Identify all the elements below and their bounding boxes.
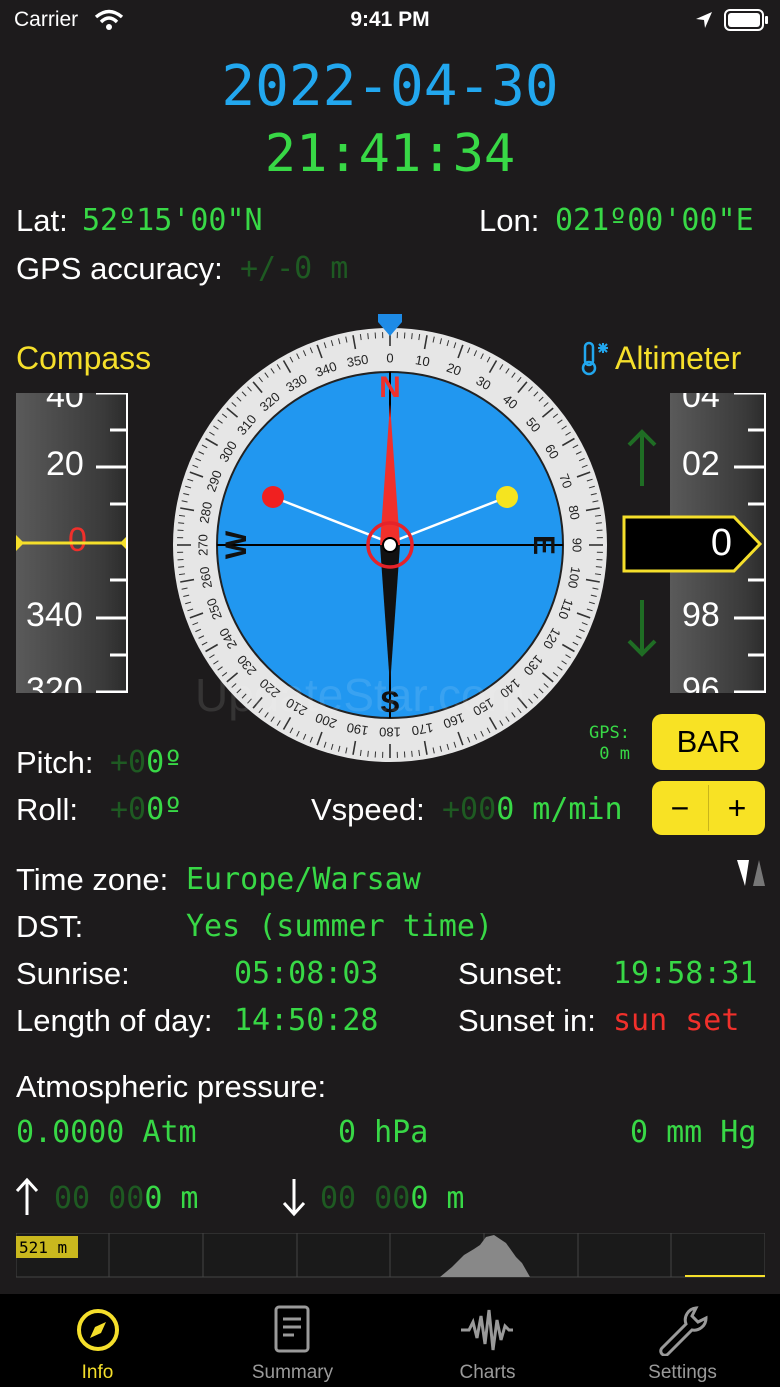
tab-bar: Info Summary Charts Settings: [0, 1294, 780, 1387]
location-arrow-icon: [696, 12, 712, 28]
bar-button[interactable]: BAR: [652, 714, 765, 770]
sunrise-label: Sunrise:: [16, 956, 130, 991]
dial-tick: [178, 522, 185, 524]
tab-label: Info: [81, 1362, 114, 1383]
dial-label: 270: [195, 534, 210, 556]
date-display: 2022-04-30: [221, 54, 559, 119]
tab-label: Settings: [648, 1362, 717, 1383]
tab-summary[interactable]: Summary: [195, 1294, 390, 1387]
day-length-value: 14:50:28: [234, 1003, 379, 1038]
descent-arrow-icon: [282, 1179, 306, 1217]
gps-accuracy-label: GPS accuracy:: [16, 251, 223, 286]
pressure-atm: 0.0000 Atm: [16, 1115, 197, 1150]
document-icon: [274, 1305, 310, 1353]
minus-button[interactable]: −: [652, 781, 708, 835]
altitude-current: 0: [710, 522, 732, 564]
day-night-toggle-icon[interactable]: [735, 858, 767, 888]
roll-label: Roll:: [16, 792, 79, 827]
vspeed-value: +000 m/min: [442, 792, 623, 827]
timezone-label: Time zone:: [16, 862, 169, 897]
thermometer-snow-icon[interactable]: [578, 340, 610, 376]
timezone-value: Europe/Warsaw: [186, 862, 421, 897]
dst-value: Yes (summer time): [186, 909, 494, 944]
ascent-value: 00 000 m: [54, 1181, 199, 1216]
day-length-label: Length of day:: [16, 1003, 213, 1038]
status-time: 9:41 PM: [350, 8, 430, 31]
dial-label: 80: [566, 504, 583, 521]
ascent-arrow-icon: [15, 1177, 39, 1215]
vspeed-label: Vspeed:: [311, 792, 425, 827]
tab-settings[interactable]: Settings: [585, 1294, 780, 1387]
gps-altitude-label: GPS:: [589, 723, 630, 743]
gps-altitude-value: 0 m: [599, 744, 630, 764]
lat-value: 52º15'00"N: [82, 203, 263, 238]
compass-icon: [77, 1309, 119, 1351]
cardinal-w: W: [220, 530, 253, 559]
sunset-in-value: sun set: [613, 1003, 740, 1038]
sunset-in-label: Sunset in:: [458, 1003, 596, 1038]
dial-tick: [595, 522, 602, 524]
altitude-stepper[interactable]: − +: [652, 781, 765, 835]
elevation-profile-chart[interactable]: [16, 1233, 765, 1279]
dial-label: 90: [570, 538, 585, 552]
sunrise-marker: [262, 486, 284, 508]
elevation-scale-label: 521 m: [19, 1238, 68, 1257]
descent-value: 00 000 m: [320, 1181, 465, 1216]
cardinal-n: N: [379, 371, 401, 404]
roll-value: +00º: [110, 792, 183, 827]
lat-label: Lat:: [16, 203, 68, 238]
tab-label: Charts: [459, 1362, 516, 1383]
sunset-value: 19:58:31: [613, 956, 758, 991]
dial-tick: [595, 566, 602, 568]
tab-label: Summary: [251, 1362, 334, 1383]
dial-tick: [411, 750, 413, 757]
compass-title[interactable]: Compass: [16, 340, 151, 377]
sunrise-value: 05:08:03: [234, 956, 379, 991]
time-display: 21:41:34: [264, 124, 516, 184]
tab-info[interactable]: Info: [0, 1294, 195, 1387]
pressure-title: Atmospheric pressure:: [16, 1069, 327, 1104]
dial-label: 0: [386, 350, 393, 365]
dial-label: 180: [379, 725, 401, 740]
dial-label: 10: [414, 352, 431, 369]
wrench-icon: [659, 1306, 708, 1356]
dial-tick: [367, 750, 369, 757]
dial-tick: [367, 333, 369, 340]
pressure-mmhg: 0 mm Hg: [630, 1115, 757, 1150]
plus-button[interactable]: +: [709, 781, 765, 835]
pitch-label: Pitch:: [16, 745, 94, 780]
gps-accuracy-value: +/-0 m: [240, 251, 349, 286]
sunset-label: Sunset:: [458, 956, 564, 991]
cardinal-e: E: [527, 535, 560, 555]
gps-altitude: GPS: 0 m: [560, 723, 630, 765]
tape-ticks: [16, 393, 126, 693]
pressure-hpa: 0 hPa: [338, 1115, 429, 1150]
battery-icon: [724, 9, 768, 31]
waveform-icon: [461, 1309, 513, 1351]
dst-label: DST:: [16, 909, 84, 944]
altimeter-title[interactable]: Altimeter: [615, 340, 741, 377]
lon-value: 021º00'00"E: [555, 203, 754, 238]
pitch-value: +00º: [110, 745, 183, 780]
dial-tick: [411, 333, 413, 340]
watermark: UpdateStar.com: [195, 669, 525, 721]
lon-label: Lon:: [479, 203, 540, 238]
tab-charts[interactable]: Charts: [390, 1294, 585, 1387]
heading-tape: 40 20 0 340 320: [16, 393, 128, 693]
sunset-marker: [496, 486, 518, 508]
dial-tick: [178, 566, 185, 568]
